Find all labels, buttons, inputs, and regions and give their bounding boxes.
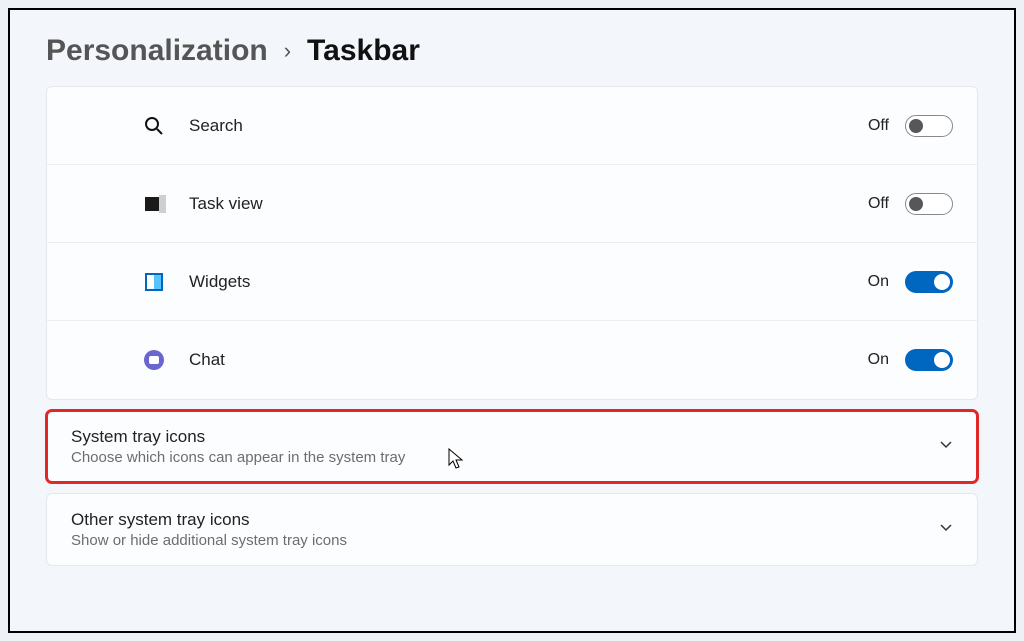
expander-system-tray-icons[interactable]: System tray icons Choose which icons can… xyxy=(46,410,978,483)
taskbar-item-widgets: Widgets On xyxy=(47,243,977,321)
item-label: Task view xyxy=(189,194,868,214)
taskbar-items-card: Search Off Task view Off Widgets On Chat… xyxy=(46,86,978,400)
taskbar-item-taskview: Task view Off xyxy=(47,165,977,243)
breadcrumb-current: Taskbar xyxy=(307,34,420,68)
taskbar-item-chat: Chat On xyxy=(47,321,977,399)
item-state: Off xyxy=(868,117,889,135)
chat-icon xyxy=(137,350,171,370)
chevron-down-icon xyxy=(939,438,953,455)
chevron-right-icon: › xyxy=(284,38,291,64)
toggle-widgets[interactable] xyxy=(905,271,953,293)
expander-title: Other system tray icons xyxy=(71,510,939,530)
item-label: Search xyxy=(189,116,868,136)
expander-desc: Show or hide additional system tray icon… xyxy=(71,532,939,549)
expander-other-system-tray-icons[interactable]: Other system tray icons Show or hide add… xyxy=(46,493,978,566)
taskbar-item-search: Search Off xyxy=(47,87,977,165)
item-state: Off xyxy=(868,195,889,213)
chevron-down-icon xyxy=(939,521,953,538)
item-label: Widgets xyxy=(189,272,868,292)
search-icon xyxy=(137,116,171,136)
item-label: Chat xyxy=(189,350,868,370)
taskview-icon xyxy=(137,197,171,211)
widgets-icon xyxy=(137,273,171,291)
toggle-search[interactable] xyxy=(905,115,953,137)
expander-desc: Choose which icons can appear in the sys… xyxy=(71,449,939,466)
toggle-chat[interactable] xyxy=(905,349,953,371)
breadcrumb: Personalization › Taskbar xyxy=(46,34,978,68)
item-state: On xyxy=(868,273,889,291)
item-state: On xyxy=(868,351,889,369)
breadcrumb-parent[interactable]: Personalization xyxy=(46,34,268,68)
expander-title: System tray icons xyxy=(71,427,939,447)
toggle-taskview[interactable] xyxy=(905,193,953,215)
